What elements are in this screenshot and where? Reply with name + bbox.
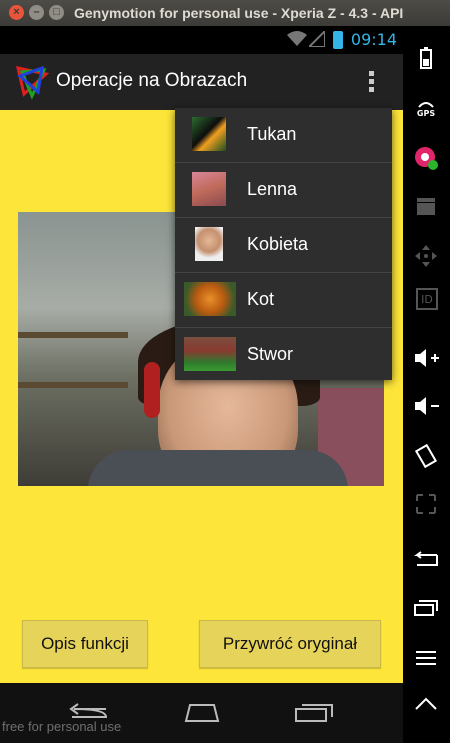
- signal-icon: [309, 31, 325, 47]
- menu-item-label: Lenna: [247, 179, 298, 199]
- overflow-menu-icon[interactable]: [364, 68, 378, 98]
- przywroc-oryginal-button[interactable]: Przywróć oryginał: [199, 620, 381, 668]
- side-home-icon[interactable]: [411, 692, 441, 716]
- opis-funkcji-button[interactable]: Opis funkcji: [22, 620, 148, 668]
- menu-item-label: Kobieta: [247, 234, 309, 254]
- watermark-text: free for personal use: [2, 719, 122, 734]
- side-recents-icon[interactable]: [411, 596, 441, 620]
- emulator-toolbar: GPS ID: [403, 26, 450, 743]
- kobieta-thumbnail: [195, 227, 223, 261]
- wifi-icon: [287, 31, 307, 46]
- rotate-icon[interactable]: [411, 444, 441, 468]
- camera-widget-icon[interactable]: [411, 146, 441, 170]
- menu-item-label: Stwor: [247, 344, 294, 364]
- gps-label: GPS: [416, 108, 436, 118]
- action-bar: Operacje na Obrazach: [0, 54, 403, 110]
- dpad-icon[interactable]: [411, 244, 441, 268]
- kot-thumbnail: [184, 282, 236, 316]
- app-title: Operacje na Obrazach: [56, 70, 248, 91]
- shelf-shape: [18, 332, 128, 338]
- shelf-shape: [18, 382, 128, 388]
- recents-icon[interactable]: [294, 703, 334, 723]
- battery-icon: [333, 31, 343, 49]
- window-close-button[interactable]: ×: [9, 5, 24, 20]
- menu-item-kobieta[interactable]: Kobieta: [175, 218, 392, 273]
- menu-item-tukan[interactable]: Tukan: [175, 108, 392, 163]
- side-back-icon[interactable]: [411, 548, 441, 572]
- window-titlebar: × – □ Genymotion for personal use - Xper…: [0, 0, 450, 26]
- battery-widget-icon[interactable]: [411, 46, 441, 70]
- menu-item-stwor[interactable]: Stwor: [175, 328, 392, 382]
- device-screen: 09:14 Operacje na Obrazach Opis funkcji …: [0, 26, 450, 743]
- tukan-thumbnail: [192, 117, 226, 151]
- volume-up-icon[interactable]: [411, 346, 441, 370]
- stwor-thumbnail: [184, 337, 236, 371]
- window-maximize-button[interactable]: □: [49, 5, 64, 20]
- window-minimize-button[interactable]: –: [29, 5, 44, 20]
- status-time: 09:14: [350, 30, 397, 49]
- clapper-icon[interactable]: [411, 194, 441, 218]
- menu-item-kot[interactable]: Kot: [175, 273, 392, 328]
- window-title: Genymotion for personal use - Xperia Z -…: [74, 5, 404, 21]
- headphone-shape: [144, 362, 160, 418]
- navigation-bar: [0, 683, 403, 743]
- menu-item-lenna[interactable]: Lenna: [175, 163, 392, 218]
- menu-item-label: Tukan: [247, 124, 297, 144]
- shirt-shape: [88, 450, 348, 486]
- scale-icon[interactable]: [411, 492, 441, 516]
- id-icon[interactable]: ID: [416, 288, 438, 310]
- volume-down-icon[interactable]: [411, 394, 441, 418]
- side-menu-icon[interactable]: [411, 646, 441, 670]
- menu-item-label: Kot: [247, 289, 275, 309]
- gps-widget-icon[interactable]: GPS: [411, 96, 441, 120]
- app-logo-icon: [16, 65, 50, 100]
- home-icon[interactable]: [182, 703, 222, 723]
- lenna-thumbnail: [192, 172, 226, 206]
- overflow-menu: Tukan Lenna Kobieta Kot Stwor: [175, 108, 392, 380]
- status-bar: 09:14: [0, 26, 403, 54]
